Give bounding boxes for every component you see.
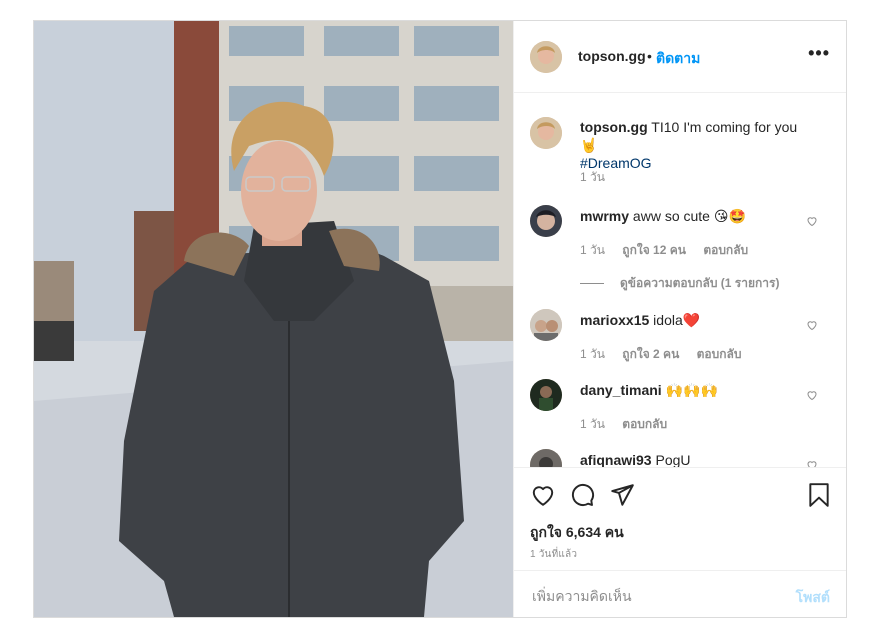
comment-username[interactable]: marioxx15: [580, 312, 649, 328]
comment-meta: 1 วัน ตอบกลับ: [580, 415, 681, 434]
commenter-avatar[interactable]: [530, 449, 562, 467]
comment-text: marioxx15 idola❤️: [580, 311, 810, 329]
post-header: topson.gg • ติดตาม •••: [514, 21, 846, 93]
commenter-avatar[interactable]: [530, 309, 562, 341]
comment-heart-icon[interactable]: [806, 319, 818, 331]
comment-body: aww so cute 😘🤩: [632, 208, 746, 224]
replies-divider: [580, 283, 604, 285]
more-horizontal-icon[interactable]: •••: [808, 43, 830, 64]
share-icon[interactable]: [609, 482, 635, 508]
comment-meta: 1 วัน ถูกใจ 2 คน ตอบกลับ: [580, 345, 756, 364]
comment-text: dany_timani 🙌🙌🙌: [580, 381, 810, 399]
follow-button[interactable]: ติดตาม: [656, 48, 700, 70]
commenter-avatar[interactable]: [530, 379, 562, 411]
caption-text: topson.gg TI10 I'm coming for you 🤘 #Dre…: [580, 118, 810, 172]
comment-time[interactable]: 1 วัน: [580, 417, 605, 431]
view-replies-button[interactable]: ดูข้อความตอบกลับ (1 รายการ): [580, 274, 779, 293]
comment-icon[interactable]: [569, 482, 595, 508]
add-comment-bar: โพสต์: [514, 570, 846, 618]
reply-button[interactable]: ตอบกลับ: [622, 417, 667, 431]
comment-time[interactable]: 1 วัน: [580, 243, 605, 257]
reply-button[interactable]: ตอบกลับ: [703, 243, 748, 257]
likes-count[interactable]: ถูกใจ 6,634 คน: [530, 522, 624, 544]
author-avatar[interactable]: [530, 41, 562, 73]
comment-body: PogU: [655, 452, 691, 467]
bookmark-icon[interactable]: [806, 482, 832, 508]
reply-button[interactable]: ตอบกลับ: [697, 347, 742, 361]
author-username[interactable]: topson.gg: [578, 48, 646, 64]
post-card: topson.gg • ติดตาม ••• topson.gg TI10 I'…: [33, 20, 847, 618]
header-separator: •: [647, 48, 652, 64]
comment-body: idola❤️: [653, 312, 701, 328]
comment-username[interactable]: mwrmy: [580, 208, 629, 224]
comment-likes[interactable]: ถูกใจ 2 คน: [622, 347, 679, 361]
caption-username[interactable]: topson.gg: [580, 119, 648, 135]
post-side-panel: topson.gg • ติดตาม ••• topson.gg TI10 I'…: [513, 21, 846, 617]
photo-illustration: [34, 21, 513, 617]
comment-heart-icon[interactable]: [806, 389, 818, 401]
commenter-avatar[interactable]: [530, 205, 562, 237]
comments-list[interactable]: topson.gg TI10 I'm coming for you 🤘 #Dre…: [514, 93, 846, 467]
comment-text: afiqnawi93 PogU: [580, 451, 810, 467]
post-photo[interactable]: [34, 21, 513, 617]
comment-username[interactable]: dany_timani: [580, 382, 662, 398]
comment-body: 🙌🙌🙌: [665, 382, 718, 398]
comment-likes[interactable]: ถูกใจ 12 คน: [622, 243, 686, 257]
caption-time[interactable]: 1 วัน: [580, 170, 605, 184]
post-comment-button[interactable]: โพสต์: [796, 587, 830, 609]
post-actions: ถูกใจ 6,634 คน 1 วันที่แล้ว โพสต์: [514, 467, 846, 617]
comment-username[interactable]: afiqnawi93: [580, 452, 652, 467]
comment-heart-icon[interactable]: [806, 459, 818, 467]
posted-time[interactable]: 1 วันที่แล้ว: [530, 547, 577, 562]
view-replies-label: ดูข้อความตอบกลับ (1 รายการ): [620, 276, 780, 290]
comment-time[interactable]: 1 วัน: [580, 347, 605, 361]
comment-heart-icon[interactable]: [806, 215, 818, 227]
comment-meta: 1 วัน ถูกใจ 12 คน ตอบกลับ: [580, 241, 762, 260]
comment-input[interactable]: [530, 583, 774, 609]
caption-avatar[interactable]: [530, 117, 562, 149]
caption-meta: 1 วัน: [580, 168, 619, 187]
heart-icon[interactable]: [530, 482, 556, 508]
comment-text: mwrmy aww so cute 😘🤩: [580, 207, 810, 225]
